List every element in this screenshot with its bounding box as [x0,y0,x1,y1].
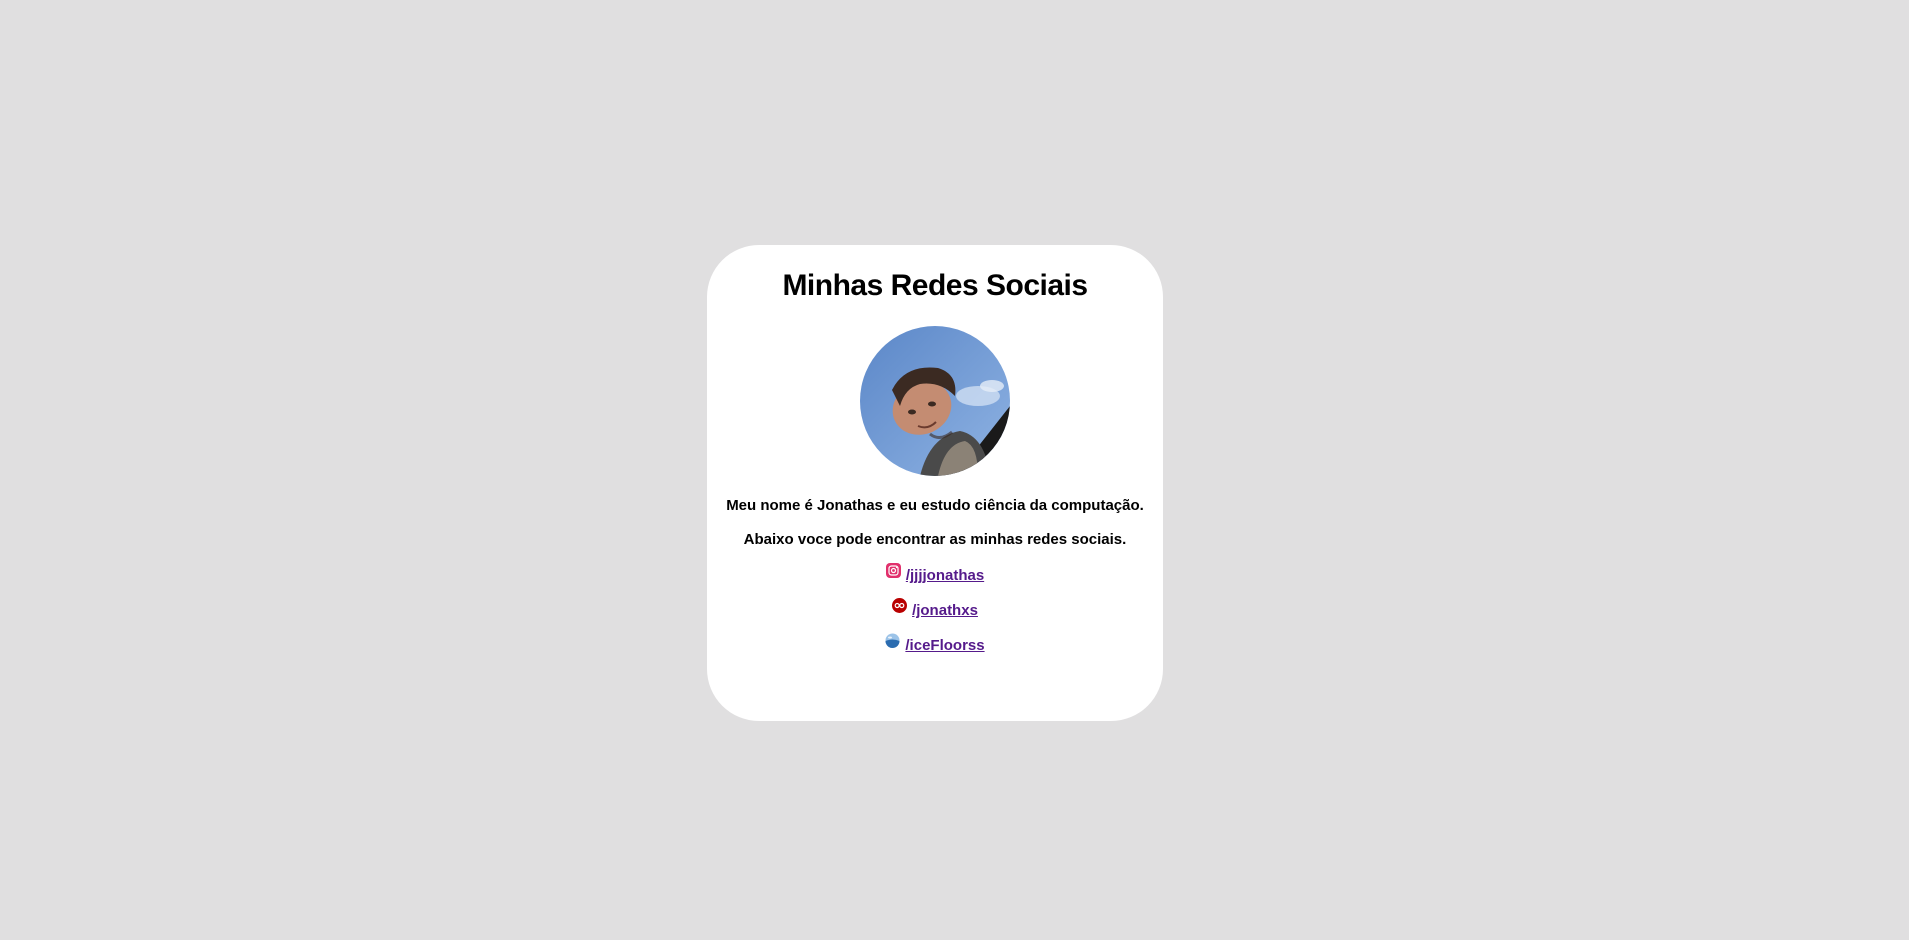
osu-link[interactable]: /iceFloorss [905,637,984,654]
bio-subtext: Abaixo voce pode encontrar as minhas red… [743,531,1127,548]
avatar [860,326,1010,476]
social-item-lastfm: /jonathxs [707,598,1163,619]
social-item-instagram: /jjjjonathas [707,563,1163,584]
instagram-link[interactable]: /jjjjonathas [906,567,984,584]
social-item-osu: /iceFloorss [707,633,1163,654]
profile-photo [860,326,1010,476]
instagram-icon [885,563,901,578]
lastfm-icon [892,598,908,613]
osu-icon [885,633,900,648]
lastfm-link[interactable]: /jonathxs [912,602,978,619]
bio-text: Meu nome é Jonathas e eu estudo ciência … [726,497,1144,514]
profile-card: Minhas Redes Sociais Meu nome é Jonathas… [707,245,1163,721]
page-title: Minhas Redes Sociais [782,269,1088,302]
